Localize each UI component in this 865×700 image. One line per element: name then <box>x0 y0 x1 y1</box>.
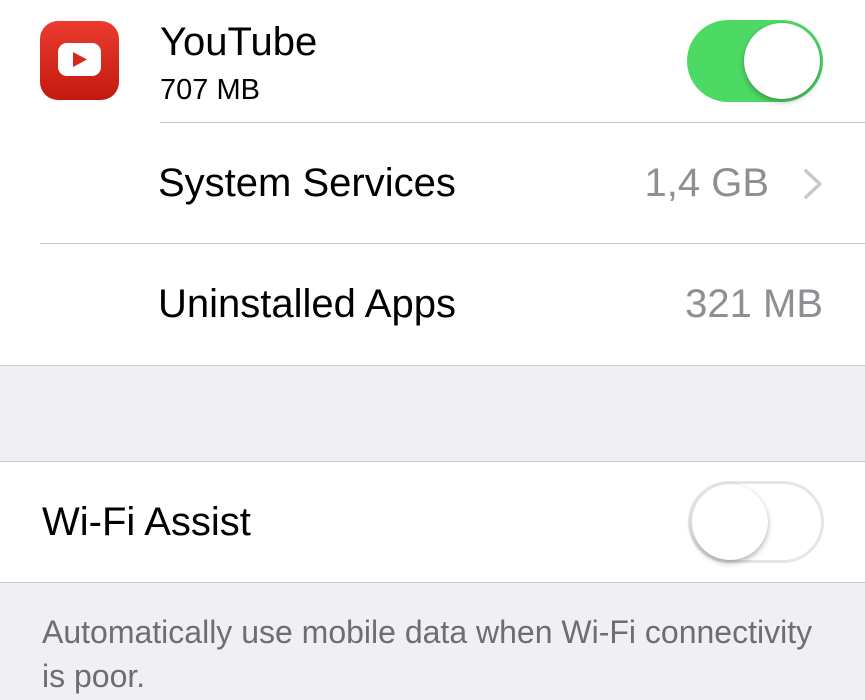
app-data-usage: 707 MB <box>160 74 260 106</box>
system-services-label: System Services <box>158 161 456 205</box>
system-services-value: 1,4 GB <box>644 161 769 205</box>
chevron-right-icon <box>804 169 822 199</box>
wifi-assist-footer: Automatically use mobile data when Wi-Fi… <box>42 614 813 694</box>
toggle-knob <box>692 484 768 560</box>
toggle-knob <box>744 23 820 99</box>
uninstalled-apps-value: 321 MB <box>685 282 823 326</box>
wifi-assist-label: Wi-Fi Assist <box>42 500 251 544</box>
cellular-usage-list: YouTube 707 MB System Services 1,4 GB Un… <box>0 0 865 366</box>
row-divider <box>160 122 865 123</box>
youtube-mobile-data-toggle[interactable] <box>687 20 823 102</box>
youtube-icon <box>40 21 119 100</box>
uninstalled-apps-label: Uninstalled Apps <box>158 282 456 326</box>
app-name: YouTube <box>160 20 318 64</box>
wifi-assist-toggle[interactable] <box>688 481 824 563</box>
wifi-assist-group: Wi-Fi Assist <box>0 461 865 583</box>
row-divider <box>40 243 865 244</box>
